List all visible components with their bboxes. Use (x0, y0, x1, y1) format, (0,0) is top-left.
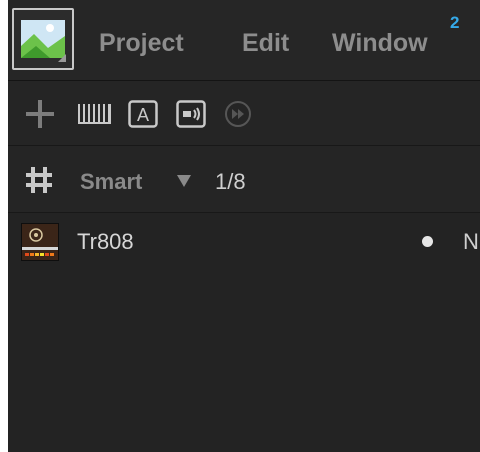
grid-view-button[interactable] (25, 166, 53, 199)
image-icon (21, 20, 66, 62)
speaker-box-icon (176, 100, 206, 128)
hash-grid-icon (26, 167, 52, 193)
browser-panel: Project Edit Window 2 A Smart 1/8 Tr808 … (8, 0, 480, 452)
menu-project[interactable]: Project (99, 29, 184, 57)
speaker-box-button[interactable] (176, 100, 206, 133)
instrument-trailing-text: N (463, 229, 479, 254)
drum-machine-icon (22, 224, 58, 260)
list-item[interactable]: Tr808 N (8, 213, 480, 269)
text-a-icon: A (128, 100, 158, 128)
instrument-list: Tr808 N (8, 213, 480, 452)
menu-window[interactable]: Window (332, 29, 428, 57)
app-image-icon[interactable] (12, 8, 74, 70)
menu-bar: Project Edit Window 2 (8, 0, 480, 81)
toolbar: A (8, 81, 480, 146)
barcode-button[interactable] (77, 103, 113, 130)
instrument-name: Tr808 (77, 229, 134, 254)
text-tool-label: A (137, 105, 149, 125)
status-dot (422, 236, 433, 247)
chevron-down-icon[interactable] (177, 175, 191, 187)
drum-machine-thumbnail (21, 223, 59, 261)
window-notification-badge: 2 (450, 13, 460, 32)
filter-bar: Smart 1/8 (8, 146, 480, 213)
menu-edit[interactable]: Edit (242, 29, 289, 57)
text-tool-button[interactable]: A (128, 100, 158, 133)
plus-icon (26, 100, 54, 128)
fast-forward-circle-icon (225, 101, 251, 127)
smart-filter-dropdown[interactable]: Smart (80, 170, 142, 194)
barcode-icon (78, 104, 111, 124)
add-button[interactable] (24, 98, 56, 135)
fast-forward-button[interactable] (224, 100, 252, 133)
page-counter: 1/8 (215, 169, 246, 194)
